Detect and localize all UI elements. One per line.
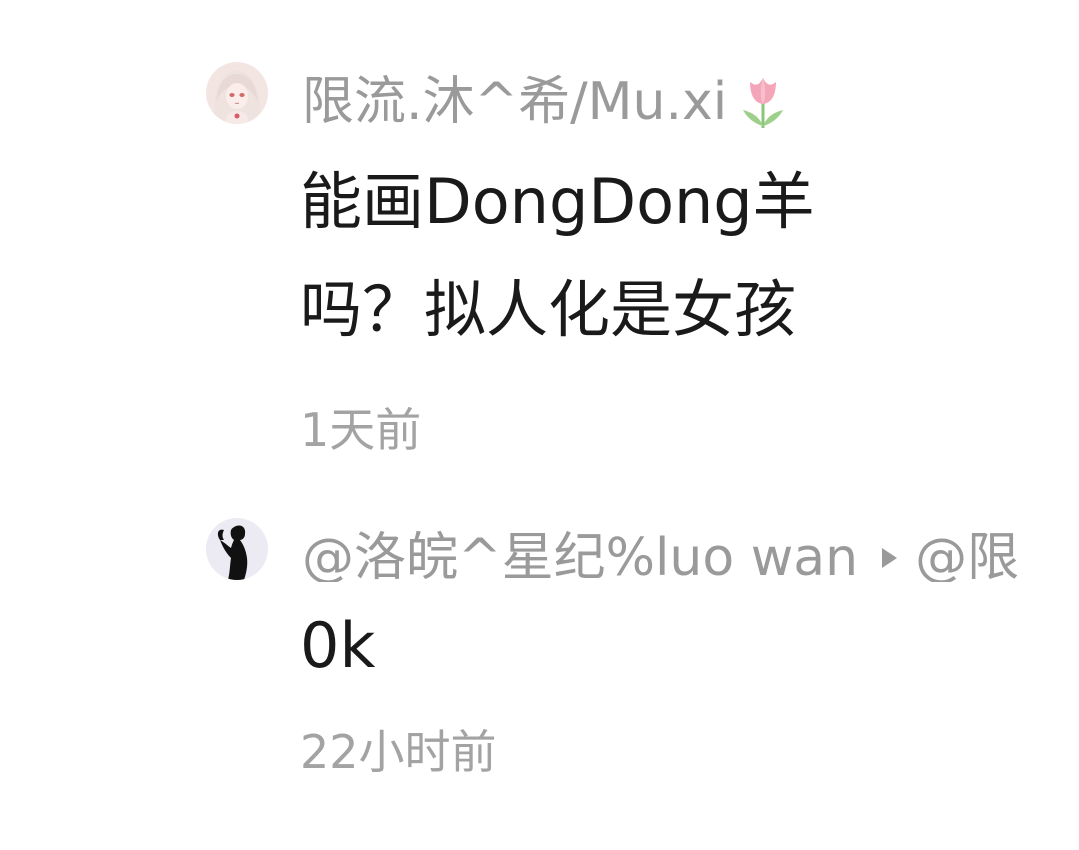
comment-timestamp: 22小时前 [300,725,497,779]
comment-timestamp: 1天前 [300,403,422,457]
avatar[interactable] [206,518,268,580]
reply-target[interactable]: @限 [915,528,1019,582]
avatar[interactable] [206,62,268,124]
reply-header: @洛皖^星纪%luo wan @限 [302,528,1079,582]
tulip-icon [735,70,791,145]
reply-arrow-icon [882,548,898,568]
reply-username[interactable]: @洛皖^星纪%luo wan [302,528,858,582]
comment-text: 0k [300,609,376,682]
comment-username[interactable]: 限流.沐^希/Mu.xi [302,72,791,145]
comment-text: 能画DongDong羊吗？拟人化是女孩 [300,165,815,346]
